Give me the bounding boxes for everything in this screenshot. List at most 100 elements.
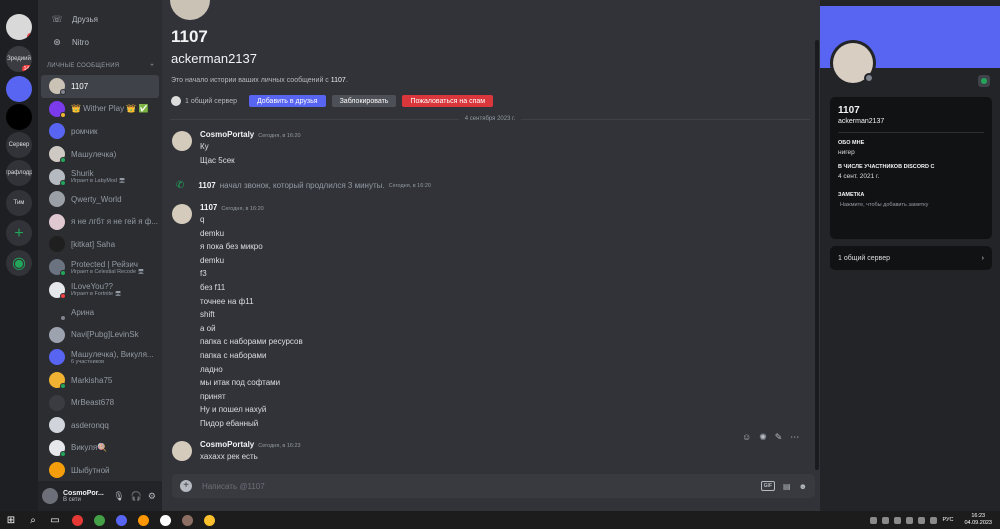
dm-item[interactable]: Qwerty_World (41, 188, 159, 211)
nav-nitro[interactable]: ⊛ Nitro (38, 31, 162, 54)
mutual-servers-row[interactable]: 1 общий сервер › (830, 246, 992, 270)
report-spam-button[interactable]: Пожаловаться на спам (402, 95, 494, 107)
add-friend-button[interactable]: Добавить в друзья (248, 95, 326, 107)
dm-name: ILoveYou?? (71, 282, 113, 292)
headphones-icon[interactable]: 🎧 (131, 491, 142, 502)
yandex-icon[interactable] (66, 511, 88, 529)
dm-item[interactable]: [kitkat] Saha (41, 233, 159, 256)
dm-item[interactable]: Protected | Рейзич Играет в Celestial Rec… (41, 256, 159, 279)
user-avatar[interactable] (42, 488, 58, 504)
mutual-servers-link[interactable]: 1 общий сервер (171, 96, 237, 106)
search-icon[interactable]: ⌕ (22, 511, 44, 529)
about-me-heading: ОБО МНЕ (838, 140, 865, 146)
emoji-picker-icon[interactable]: ☻ (799, 482, 807, 491)
dm-item[interactable]: 1107 (41, 75, 159, 98)
dm-item[interactable]: Markisha75 (41, 369, 159, 392)
chat-scrollbar[interactable] (815, 40, 819, 470)
dm-item[interactable]: MrBeast678 (41, 391, 159, 414)
message-timestamp: Сегодня, в 16:20 (258, 133, 301, 139)
message-text: q (200, 215, 205, 224)
dm-name: ромчик (71, 126, 98, 136)
discord-icon[interactable] (110, 511, 132, 529)
network-icon[interactable] (918, 516, 926, 524)
tray-app-icon[interactable] (882, 516, 890, 524)
message-input[interactable] (202, 481, 761, 491)
call-timestamp: Сегодня, в 16:20 (388, 182, 431, 189)
server-icon[interactable]: 1 (6, 14, 32, 40)
message-author[interactable]: 1107 Сегодня, в 16:20 (200, 203, 264, 212)
dm-item[interactable]: ILoveYou?? Играет в Fortnite 🖥 (41, 278, 159, 301)
add-server-icon[interactable]: + (6, 220, 32, 246)
clock[interactable]: 16:23 04.09.2023 (964, 513, 992, 527)
windows-start-icon[interactable]: ⊞ (0, 511, 22, 529)
message-avatar[interactable] (172, 441, 192, 461)
dm-item[interactable]: 👑 Wither Play 👑 ✅ (41, 98, 159, 121)
dm-avatar (49, 304, 66, 322)
task-view-icon[interactable]: ▭ (44, 511, 66, 529)
intro-name: 1107 (330, 77, 346, 84)
author-name: CosmoPortaly (200, 440, 255, 449)
server-icon[interactable]: Тим (6, 190, 32, 216)
volume-icon[interactable] (930, 516, 938, 524)
create-dm-icon[interactable]: + (150, 63, 154, 69)
more-options-icon[interactable]: ⋯ (790, 432, 799, 443)
sticker-icon[interactable]: ▤ (783, 482, 791, 491)
profile-avatar[interactable] (830, 40, 876, 86)
gif-picker-icon[interactable]: GIF (760, 481, 776, 491)
yandex-browser-icon[interactable] (154, 511, 176, 529)
utorrent-icon[interactable] (88, 511, 110, 529)
tray-chevron-icon[interactable] (870, 516, 878, 524)
dm-item[interactable]: Shurik Играет в LabyMod 🖥 (41, 165, 159, 188)
message-avatar[interactable] (172, 131, 192, 151)
server-icon[interactable]: графлодр (6, 160, 32, 186)
dm-item[interactable]: Викуля🍭 (41, 437, 159, 460)
note-input[interactable]: Нажмите, чтобы добавить заметку (838, 202, 984, 208)
dm-item[interactable]: Шыбутной (41, 459, 159, 481)
dm-item[interactable]: ромчик (41, 120, 159, 143)
dm-item[interactable]: asderonqq (41, 414, 159, 437)
language-indicator[interactable]: РУС (942, 517, 953, 523)
taskbar-apps: ⊞ ⌕ ▭ (0, 511, 220, 529)
nav-friends[interactable]: ☏ Друзья (38, 8, 162, 31)
status-indicator (60, 270, 66, 277)
profile-name: 1107 (838, 105, 860, 116)
microphone-icon[interactable]: 🎙 (113, 491, 124, 502)
super-reaction-icon[interactable]: ✺ (759, 432, 767, 443)
server-icon[interactable] (6, 104, 32, 130)
browser-icon[interactable] (132, 511, 154, 529)
upload-plus-icon[interactable]: + (180, 480, 192, 492)
explore-servers-icon[interactable]: ◉ (6, 250, 32, 276)
profile-badge-icon[interactable] (978, 75, 990, 87)
message-author[interactable]: CosmoPortaly Сегодня, в 16:23 (200, 440, 301, 449)
date-divider: 4 сентября 2023 г. (170, 116, 810, 122)
mutual-servers-row-label: 1 общий сервер (838, 254, 890, 262)
nitro-icon: ⊛ (53, 37, 61, 47)
dm-name: Markisha75 (71, 375, 113, 385)
settings-gear-icon[interactable]: ⚙ (148, 491, 156, 502)
status-indicator (60, 315, 66, 322)
dm-item[interactable]: Машулечка) (41, 143, 159, 166)
edit-message-icon[interactable]: ✎ (775, 432, 783, 443)
tray-app-icon[interactable] (906, 516, 914, 524)
block-button[interactable]: Заблокировать (331, 95, 397, 107)
dm-item[interactable]: Машулечка), Викуля... 6 участников (41, 346, 159, 369)
dm-name: Qwerty_World (71, 194, 122, 204)
dm-item[interactable]: Арина (41, 301, 159, 324)
message-author[interactable]: CosmoPortaly Сегодня, в 16:20 (200, 130, 301, 139)
explorer-icon[interactable] (198, 511, 220, 529)
dm-activity: Играет в Celestial Recode 🖥 (71, 268, 145, 275)
message-avatar[interactable] (172, 204, 192, 224)
clock-time: 16:23 (971, 513, 986, 519)
server-icon[interactable] (6, 76, 32, 102)
dm-avatar (49, 349, 65, 366)
dm-item[interactable]: Navi[Pubg]LevinSk (41, 324, 159, 347)
dm-header-title: ЛИЧНЫЕ СООБЩЕНИЯ (47, 63, 120, 69)
tray-app-icon[interactable] (894, 516, 902, 524)
message-text: shift (200, 310, 215, 320)
server-icon[interactable]: Зредиий 147 (6, 46, 32, 72)
server-icon[interactable]: Сервер (6, 132, 32, 158)
message-text: Пидор ебанный (200, 419, 259, 428)
dm-item[interactable]: я не лгбт я не гей я ф... (41, 211, 159, 234)
add-reaction-icon[interactable]: ☺ (742, 432, 751, 443)
package-icon[interactable] (176, 511, 198, 529)
